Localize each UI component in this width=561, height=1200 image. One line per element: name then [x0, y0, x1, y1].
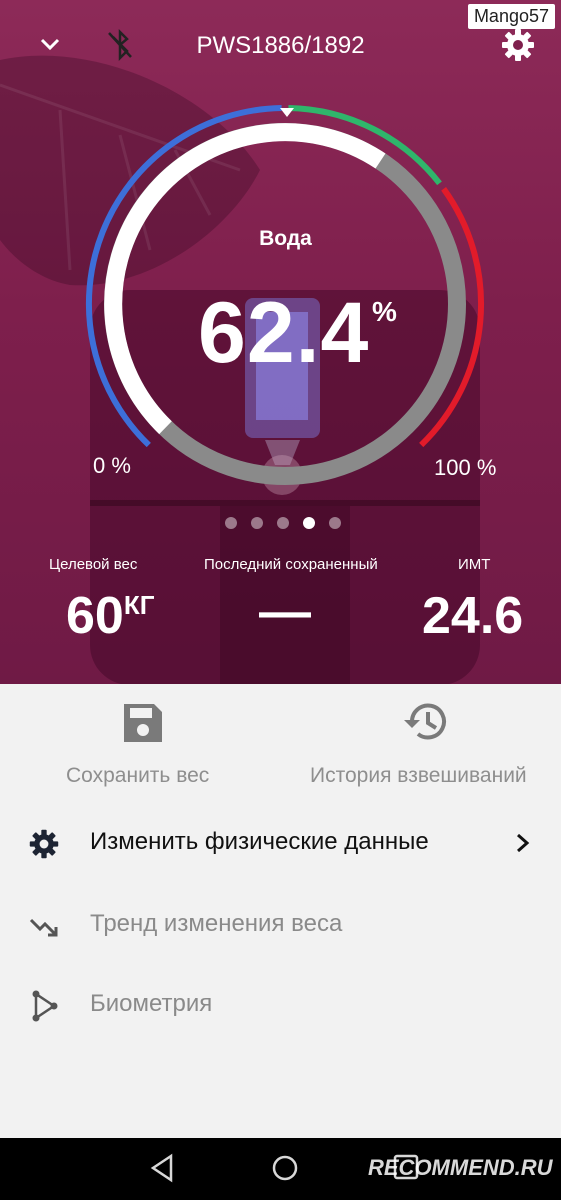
recommend-watermark: RECOMMEND.RU — [368, 1155, 553, 1180]
page-dot[interactable] — [225, 517, 237, 529]
last-saved-value: — — [259, 583, 311, 641]
save-weight-button[interactable]: Сохранить вес — [66, 764, 209, 788]
nav-home-icon[interactable] — [270, 1153, 300, 1183]
metric-value: 62.4 — [198, 285, 370, 381]
page-dot[interactable] — [251, 517, 263, 529]
bmi-label: ИМТ — [458, 556, 491, 573]
metric-unit: % — [372, 296, 397, 327]
trend-down-icon — [29, 918, 58, 937]
biometry-icon — [32, 990, 58, 1022]
quick-actions: Сохранить вес История взвешиваний — [0, 684, 561, 804]
nav-back-icon[interactable] — [149, 1153, 175, 1183]
chevron-right-icon — [517, 833, 530, 853]
menu-item-edit-physical-data[interactable]: Изменить физические данные — [0, 812, 561, 872]
menu-item-weight-trend[interactable]: Тренд изменения веса — [0, 894, 561, 954]
menu-item-label: Изменить физические данные — [90, 828, 429, 855]
bmi-value: 24.6 — [422, 587, 524, 645]
target-weight-value[interactable]: 60КГ — [66, 590, 154, 642]
gauge-fill-arc — [104, 123, 386, 435]
menu-item-biometry[interactable]: Биометрия — [0, 974, 561, 1034]
history-clock-icon[interactable] — [402, 700, 450, 744]
metric-label: Вода — [259, 227, 312, 250]
top-bar: PWS1886/1892 — [0, 20, 561, 72]
menu-item-label: Биометрия — [90, 990, 213, 1017]
target-weight-label: Целевой вес — [49, 556, 138, 573]
gear-icon — [29, 829, 59, 859]
device-title: PWS1886/1892 — [196, 32, 365, 59]
save-floppy-icon[interactable] — [120, 700, 164, 744]
gauge-pointer-icon — [280, 108, 294, 117]
weighing-history-button[interactable]: История взвешиваний — [310, 764, 527, 788]
page-dot[interactable] — [277, 517, 289, 529]
settings-gear-icon[interactable] — [500, 27, 536, 63]
page-dot[interactable] — [303, 517, 315, 529]
target-weight-number: 60 — [66, 587, 124, 645]
last-saved-label: Последний сохраненный — [204, 556, 378, 573]
target-weight-unit: КГ — [123, 590, 155, 620]
menu-item-label: Тренд изменения веса — [90, 910, 343, 937]
gauge-min-label: 0 % — [93, 453, 131, 478]
page-dot[interactable] — [329, 517, 341, 529]
gauge-max-label: 100 % — [434, 455, 497, 480]
